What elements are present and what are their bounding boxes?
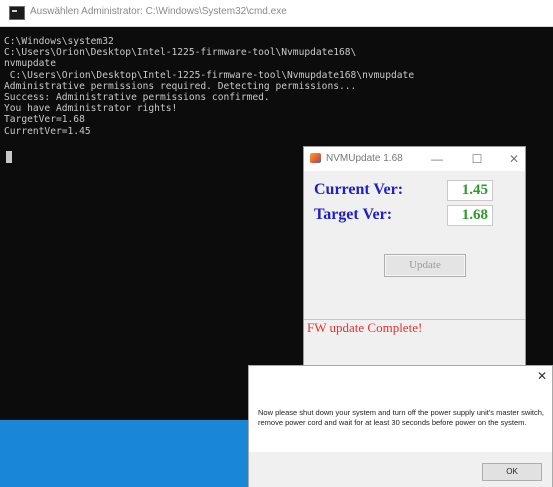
console-line: You have Administrator rights!: [4, 103, 178, 115]
desktop-background: [0, 420, 260, 487]
current-version-label: Current Ver:: [314, 181, 404, 198]
ok-button[interactable]: OK: [482, 463, 542, 481]
current-version-value: 1.45: [447, 180, 493, 201]
nvmupdate-titlebar[interactable]: NVMUpdate 1.68 — ☐ ✕: [304, 147, 525, 171]
close-button[interactable]: ✕: [505, 150, 523, 168]
maximize-button[interactable]: ☐: [468, 150, 486, 168]
cmd-titlebar[interactable]: Auswählen Administrator: C:\Windows\Syst…: [0, 0, 553, 27]
dialog-message-text: Now please shut down your system and tur…: [258, 408, 545, 427]
target-version-value: 1.68: [447, 205, 493, 226]
console-output[interactable]: C:\Windows\system32 C:\Users\Orion\Deskt…: [4, 36, 414, 137]
console-cursor: [6, 151, 12, 163]
console-line: nvmupdate: [4, 58, 56, 70]
nvmupdate-window-title: NVMUpdate 1.68: [326, 153, 403, 164]
console-line: TargetVer=1.68: [4, 114, 85, 126]
cmd-window-title: Auswählen Administrator: C:\Windows\Syst…: [30, 6, 287, 17]
dialog-close-icon[interactable]: ✕: [537, 369, 547, 383]
dialog-footer: OK: [249, 452, 552, 487]
target-version-label: Target Ver:: [314, 206, 393, 223]
console-line: Success: Administrative permissions conf…: [4, 92, 270, 104]
console-icon: [9, 6, 25, 20]
status-message: FW update Complete!: [307, 320, 423, 335]
console-line: C:\Windows\system32: [4, 36, 114, 47]
console-line: C:\Users\Orion\Desktop\Intel-1225-firmwa…: [4, 69, 415, 81]
console-line: C:\Users\Orion\Desktop\Intel-1225-firmwa…: [4, 47, 357, 59]
update-button[interactable]: Update: [384, 254, 466, 277]
minimize-button[interactable]: —: [428, 150, 446, 168]
message-dialog[interactable]: ✕ Now please shut down your system and t…: [248, 365, 553, 487]
nvmupdate-window[interactable]: NVMUpdate 1.68 — ☐ ✕ Current Ver: 1.45 T…: [303, 146, 526, 390]
console-line: CurrentVer=1.45: [4, 125, 91, 137]
nvmupdate-app-icon: [310, 153, 321, 163]
console-line: Administrative permissions required. Det…: [4, 80, 357, 92]
